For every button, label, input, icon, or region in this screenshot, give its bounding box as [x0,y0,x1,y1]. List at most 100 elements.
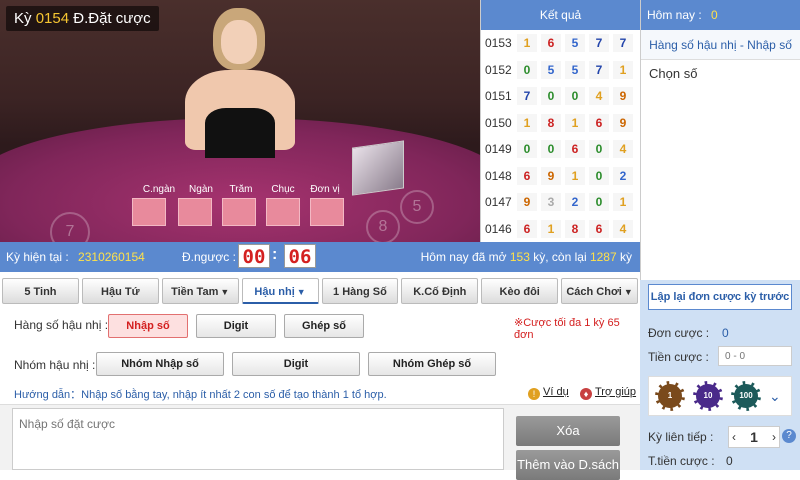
countdown-label: Đ.ngược : [182,250,236,264]
tab-k-co-dinh[interactable]: K.Cố Định [401,278,479,304]
ticket-number: 0154 [35,10,70,27]
consecutive-stepper[interactable]: ‹ 1 › [728,426,780,448]
result-digit: 9 [613,87,633,106]
result-period: 0153 [485,36,512,51]
tab-tien-tam[interactable]: Tiền Tam ▼ [161,278,239,304]
today-header: Hôm nay : 0 [641,0,800,30]
result-digit: 2 [613,166,633,185]
countdown-colon: : [272,246,278,263]
clear-button[interactable]: Xóa [516,416,620,446]
consecutive-value: 1 [750,429,758,445]
tab-keo-doi[interactable]: Kèo đôi [481,278,559,304]
summary-suffix: kỳ [620,250,632,264]
result-period: 0146 [485,221,512,236]
chevron-left-icon[interactable]: ‹ [732,430,736,444]
bet-number-input[interactable] [12,408,504,470]
results-panel: Kết quả 0153 1 6 5 7 7 0152 0 5 5 7 1 0151 7 0 0 4 9 0150 1… [480,0,640,242]
result-digit: 0 [517,140,537,159]
row1-label: Hàng số hậu nhị : [14,318,109,332]
result-digit: 1 [517,113,537,132]
result-digit: 0 [589,140,609,159]
result-digit: 0 [565,87,585,106]
tab-cach-choi[interactable]: Cách Chơi ▼ [561,278,638,304]
today-label: Hôm nay : [647,8,702,22]
result-period: 0150 [485,115,512,130]
digit-slot [222,198,256,226]
result-row: 0148 6 9 1 0 2 [481,163,640,190]
result-digit: 0 [589,193,609,212]
bet-summary-panel: Lập lại đơn cược kỳ trước Đơn cược : 0 T… [640,280,800,470]
add-to-list-button[interactable]: Thêm vào D.sách [516,450,620,480]
result-digit: 5 [541,60,561,79]
digit-slot [310,198,344,226]
result-digit: 4 [589,87,609,106]
tab-5-tinh[interactable]: 5 Tinh [2,278,79,304]
result-digit: 3 [541,193,561,212]
bet-amount-input[interactable] [718,346,792,366]
result-digit: 2 [565,193,585,212]
result-digit: 1 [613,193,633,212]
result-digit: 1 [565,166,585,185]
result-row: 0151 7 0 0 4 9 [481,83,640,110]
result-period: 0152 [485,62,512,77]
dice-machine [352,140,404,196]
result-digit: 1 [517,34,537,53]
result-digit: 4 [613,140,633,159]
slot-label: Đơn vị [310,184,340,195]
help-link[interactable]: ♦ Trợ giúp [580,386,636,400]
result-digit: 1 [565,113,585,132]
help-icon: ♦ [580,388,592,400]
result-digit: 7 [517,87,537,106]
today-value: 0 [711,8,718,22]
result-digit: 7 [613,34,633,53]
chip-1[interactable]: 1 [655,381,685,411]
result-period: 0147 [485,195,512,210]
chip-10[interactable]: 10 [693,381,723,411]
result-digit: 5 [565,34,585,53]
ticket-prefix: Kỳ [14,10,32,27]
table-mark: 5 [400,190,434,224]
chevron-right-icon[interactable]: › [772,430,776,444]
result-digit: 8 [565,219,585,238]
dealer-figure [185,8,315,158]
result-digit: 5 [565,60,585,79]
chevron-down-icon[interactable]: ⌄ [769,388,781,405]
result-digit: 0 [589,166,609,185]
group-combine-button[interactable]: Nhóm Ghép số [368,352,496,376]
result-digit: 9 [517,193,537,212]
summary-prefix: Hôm nay đã mở [420,250,507,264]
help-icon[interactable]: ? [782,429,796,443]
countdown-seconds: 06 [284,244,316,268]
combine-button[interactable]: Ghép số [284,314,364,338]
digit-slot [178,198,212,226]
tab-hau-nhi[interactable]: Hậu nhị ▼ [241,278,319,304]
group-input-button[interactable]: Nhóm Nhập số [96,352,224,376]
remaining-count: 1287 [589,250,617,264]
result-digit: 6 [589,113,609,132]
game-tabs: 5 Tinh Hậu Tứ Tiền Tam ▼ Hậu nhị ▼ 1 Hàng … [0,278,640,306]
consecutive-label: Kỳ liên tiếp : [648,430,714,444]
digit-button[interactable]: Digit [196,314,276,338]
current-value: 2310260154 [78,250,145,264]
example-link[interactable]: ! Ví dụ [528,386,569,400]
tab-hau-tu[interactable]: Hậu Tứ [81,278,159,304]
summary-mid: kỳ, còn lại [533,250,587,264]
tab-1-hang-so[interactable]: 1 Hàng Số [321,278,399,304]
result-row: 0153 1 6 5 7 7 [481,30,640,57]
status-bar: Kỳ hiện tại : 2310260154 Đ.ngược : 00 : … [0,242,640,272]
result-digit: 1 [613,60,633,79]
money-label: Tiền cược : [648,350,709,364]
result-digit: 6 [565,140,585,159]
input-number-button[interactable]: Nhập số [108,314,188,338]
result-digit: 4 [613,219,633,238]
result-digit: 6 [517,166,537,185]
result-digit: 6 [589,219,609,238]
result-period: 0148 [485,168,512,183]
results-title: Kết quả [481,0,640,30]
repeat-last-bet-button[interactable]: Lập lại đơn cược kỳ trước [648,284,792,310]
chip-100[interactable]: 100 [731,381,761,411]
result-digit: 0 [517,60,537,79]
picked-label: Chọn số [649,66,698,81]
result-row: 0149 0 0 6 0 4 [481,136,640,163]
group-digit-button[interactable]: Digit [232,352,360,376]
